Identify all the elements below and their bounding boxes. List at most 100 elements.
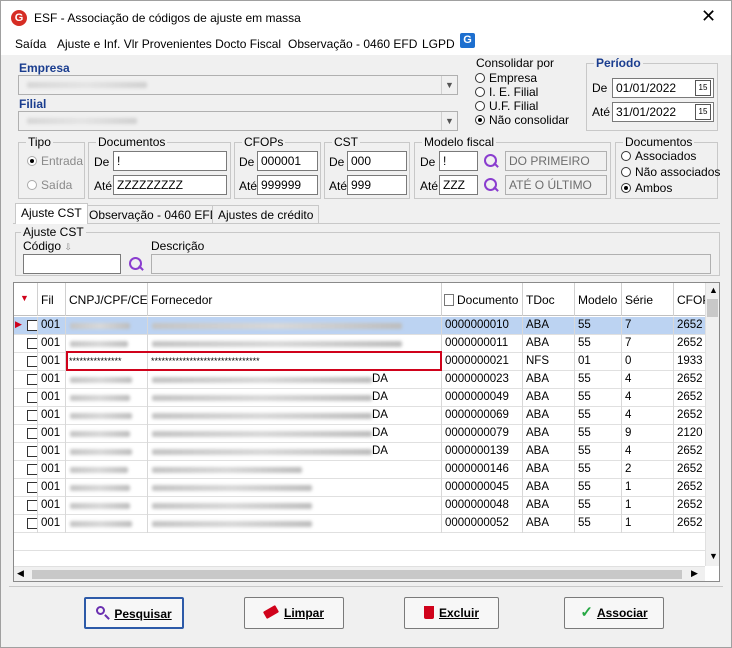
cst-ate-input[interactable]: 999 — [347, 175, 407, 195]
pesquisar-button[interactable]: Pesquisar — [84, 597, 184, 629]
cst-de-input[interactable]: 000 — [347, 151, 407, 171]
table-row[interactable]: ▶ 001 0000000010 ABA 55 7 2652 — [14, 317, 706, 335]
chevron-down-icon[interactable]: ▼ — [441, 112, 457, 130]
table-row[interactable]: 001 0000000045 ABA 55 1 2652 — [14, 479, 706, 497]
lgpd-icon[interactable]: G — [460, 33, 475, 48]
chevron-down-icon[interactable]: ▼ — [441, 76, 457, 94]
codigo-input[interactable] — [23, 254, 121, 274]
radio-ie-filial[interactable]: I. E. Filial — [475, 85, 538, 99]
bottom-separator — [9, 586, 723, 587]
scroll-right-icon[interactable]: ▶ — [691, 568, 698, 579]
scroll-left-icon[interactable]: ◀ — [17, 568, 24, 579]
table-row[interactable]: 001 0000000146 ABA 55 2 2652 — [14, 461, 706, 479]
radio-empresa[interactable]: Empresa — [475, 71, 537, 85]
row-checkbox[interactable] — [27, 518, 37, 529]
cell-serie: 2 — [622, 461, 674, 479]
radio-nao-consolidar[interactable]: Não consolidar — [475, 113, 569, 127]
codigo-label: Código ⇩ — [23, 239, 72, 253]
scroll-thumb-h[interactable] — [32, 570, 682, 579]
calendar-icon[interactable]: 15 — [695, 80, 711, 96]
limpar-button[interactable]: Limpar — [244, 597, 344, 629]
row-checkbox[interactable] — [27, 356, 37, 367]
table-row[interactable]: 001 DA 0000000079 ABA 55 9 2120 — [14, 425, 706, 443]
tab-observacao[interactable]: Observação - 0460 EFD — [83, 205, 225, 223]
associar-button[interactable]: ✓ Associar — [564, 597, 664, 629]
cell-cfop: 2652 — [674, 443, 706, 461]
modelo-ate-input[interactable]: ZZZ — [439, 175, 478, 195]
doc-ate-input[interactable]: ZZZZZZZZZ — [113, 175, 227, 195]
table-row[interactable]: 001 0000000052 ABA 55 1 2652 — [14, 515, 706, 533]
col-cfop[interactable]: CFOP — [674, 283, 706, 316]
doc-de-input[interactable]: ! — [113, 151, 227, 171]
doc-ate-label: Até — [94, 179, 113, 193]
radio-saida[interactable]: Saída — [27, 178, 72, 192]
row-checkbox[interactable] — [27, 338, 37, 349]
col-tdoc[interactable]: TDoc — [523, 283, 575, 316]
cell-serie: 4 — [622, 443, 674, 461]
row-checkbox[interactable] — [27, 410, 37, 421]
excluir-button[interactable]: Excluir — [404, 597, 499, 629]
table-row[interactable]: 001 DA 0000000023 ABA 55 4 2652 — [14, 371, 706, 389]
menu-ajuste-inf[interactable]: Ajuste e Inf. Vlr Provenientes Docto Fis… — [57, 37, 281, 51]
modelo-de-input[interactable]: ! — [439, 151, 478, 171]
cell-modelo: 55 — [575, 335, 622, 353]
tab-ajustes-credito[interactable]: Ajustes de crédito — [212, 205, 320, 223]
col-cnpj[interactable]: CNPJ/CPF/CEI — [66, 283, 148, 316]
radio-associados[interactable]: Associados — [621, 149, 696, 163]
menu-saida[interactable]: Saída — [15, 37, 46, 51]
scroll-up-icon[interactable]: ▲ — [709, 285, 718, 295]
sort-indicator-icon[interactable]: ▼ — [14, 283, 38, 316]
cell-text: 0000000052 — [445, 517, 509, 529]
cell-serie: 7 — [622, 335, 674, 353]
search-icon[interactable] — [483, 153, 499, 169]
radio-uf-filial[interactable]: U.F. Filial — [475, 99, 538, 113]
col-fornecedor[interactable]: Fornecedor — [148, 283, 442, 316]
cell-text: 001 — [41, 373, 61, 385]
row-checkbox[interactable] — [27, 500, 37, 511]
calendar-icon[interactable]: 15 — [695, 104, 711, 120]
radio-ambos[interactable]: Ambos — [621, 181, 672, 195]
cfop-ate-input[interactable]: 999999 — [257, 175, 318, 195]
row-checkbox[interactable] — [27, 392, 37, 403]
row-checkbox[interactable] — [27, 446, 37, 457]
vertical-scrollbar[interactable]: ▲ ▼ — [705, 283, 719, 566]
col-modelo[interactable]: Modelo — [575, 283, 622, 316]
row-checkbox[interactable] — [27, 464, 37, 475]
scroll-thumb[interactable] — [707, 299, 718, 317]
scroll-down-icon[interactable]: ▼ — [709, 551, 718, 561]
doc-de-label: De — [94, 155, 110, 169]
menu-lgpd[interactable]: LGPD — [422, 37, 455, 51]
cell-text: 001 — [41, 355, 61, 367]
horizontal-scrollbar[interactable]: ◀ ▶ — [14, 566, 705, 581]
table-row[interactable]: 001 DA 0000000139 ABA 55 4 2652 — [14, 443, 706, 461]
table-row[interactable]: 001 DA 0000000069 ABA 55 4 2652 — [14, 407, 706, 425]
row-checkbox[interactable] — [27, 482, 37, 493]
filial-combo[interactable]: ▼ — [18, 111, 458, 131]
tab-ajuste-cst[interactable]: Ajuste CST — [15, 203, 88, 224]
col-serie[interactable]: Série — [622, 283, 674, 316]
cell-cfop: 2652 — [674, 335, 706, 353]
cell-serie: 4 — [622, 371, 674, 389]
redacted-text — [152, 467, 302, 473]
redacted-text — [70, 341, 128, 347]
cell-fornecedor: DA — [148, 443, 442, 461]
cfop-de-input[interactable]: 000001 — [257, 151, 318, 171]
col-fil[interactable]: Fil — [38, 283, 66, 316]
empresa-combo[interactable]: ▼ — [18, 75, 458, 95]
table-row[interactable]: 001 DA 0000000049 ABA 55 4 2652 — [14, 389, 706, 407]
radio-entrada[interactable]: Entrada — [27, 154, 83, 168]
row-checkbox[interactable] — [27, 374, 37, 385]
search-icon[interactable] — [128, 256, 144, 272]
row-checkbox[interactable] — [27, 320, 37, 331]
radio-nao-associados[interactable]: Não associados — [621, 165, 720, 179]
close-icon[interactable]: ✕ — [701, 7, 716, 25]
cell-tdoc: ABA — [523, 371, 575, 389]
cell-text: 001 — [41, 337, 61, 349]
cell-documento: 0000000048 — [442, 497, 523, 515]
col-documento[interactable]: Documento — [442, 283, 523, 316]
menu-observacao[interactable]: Observação - 0460 EFD — [288, 37, 417, 51]
cell-documento: 0000000069 — [442, 407, 523, 425]
row-checkbox[interactable] — [27, 428, 37, 439]
table-row[interactable]: 001 0000000048 ABA 55 1 2652 — [14, 497, 706, 515]
search-icon[interactable] — [483, 177, 499, 193]
